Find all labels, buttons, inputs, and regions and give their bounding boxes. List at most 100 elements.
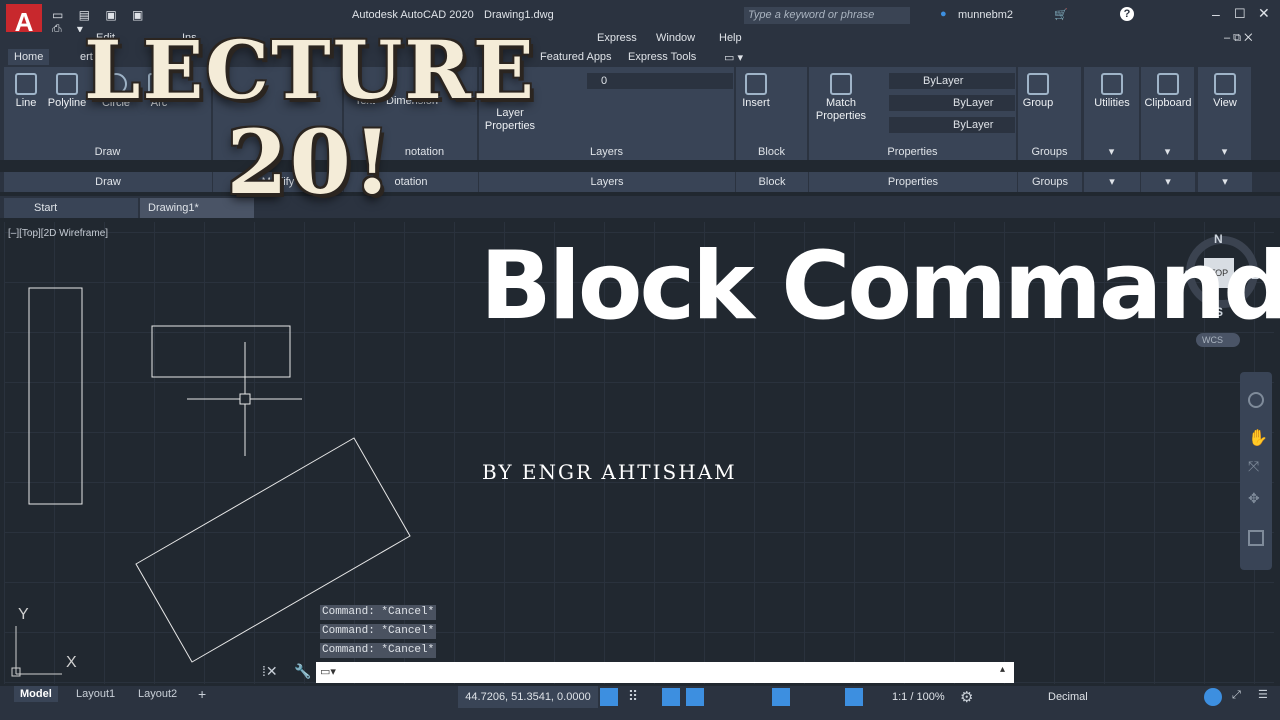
command-history-line: Command: *Cancel* — [320, 605, 436, 620]
clipboard-dropdown[interactable]: ▾ — [1141, 172, 1195, 192]
author-byline: BY ENGR AHTISHAM — [482, 460, 737, 484]
menu-item[interactable]: Help — [719, 32, 742, 44]
lecture-number: 20! — [226, 110, 394, 214]
layer-dropdown[interactable]: 0 — [587, 73, 733, 89]
ucs-y-label: Y — [18, 606, 29, 623]
clipboard-label: Clipboard — [1144, 97, 1192, 109]
username[interactable]: munnebm2 — [958, 9, 1013, 21]
ucs-icon — [11, 626, 62, 677]
cart-icon[interactable]: 🛒 — [1054, 8, 1068, 21]
lineweight-dropdown[interactable]: ByLayer — [889, 117, 1015, 133]
layout-tab-layout2[interactable]: Layout2 — [138, 686, 177, 702]
group-icon — [1027, 73, 1049, 95]
color-dropdown[interactable]: ByLayer — [889, 73, 1015, 89]
clipboard-icon — [1157, 73, 1179, 95]
insert-button[interactable]: Insert — [738, 73, 774, 110]
utilities-label: Utilities — [1094, 97, 1130, 109]
view-panel: View ▾ — [1198, 67, 1252, 160]
search-box[interactable]: Type a keyword or phrase — [744, 7, 910, 24]
match-properties-label: Match Properties — [815, 97, 867, 122]
view-button[interactable]: View — [1198, 73, 1252, 110]
tab-express-tools[interactable]: Express Tools — [628, 51, 696, 63]
user-icon[interactable]: ● — [940, 8, 947, 20]
group-label: Group — [1022, 97, 1054, 109]
groups-dropdown[interactable]: Groups — [1018, 172, 1082, 192]
group-button[interactable]: Group — [1020, 73, 1056, 110]
view-expand[interactable]: ▾ — [1198, 145, 1251, 158]
match-properties-icon — [830, 73, 852, 95]
command-history: Command: *Cancel* Command: *Cancel* Comm… — [320, 605, 436, 662]
command-input[interactable] — [316, 662, 1014, 683]
utilities-dropdown[interactable]: ▾ — [1084, 172, 1140, 192]
snap-button[interactable]: ⠿ — [624, 688, 642, 706]
clipboard-expand[interactable]: ▾ — [1141, 145, 1194, 158]
vertical-rectangle — [28, 287, 83, 505]
lecture-title: LECTURE — [84, 23, 536, 117]
command-line: ⁞✕ 🔧 ▭▾ ▴ — [262, 661, 1014, 683]
clipboard-panel: Clipboard ▾ — [1141, 67, 1195, 160]
layout-tab-model[interactable]: Model — [14, 686, 58, 702]
groups-panel-title[interactable]: Groups — [1018, 146, 1081, 158]
groups-panel: Group Groups — [1018, 67, 1082, 160]
utilities-button[interactable]: Utilities — [1086, 73, 1138, 110]
close-button[interactable]: ✕ — [1258, 5, 1270, 22]
quick-access-toolbar[interactable]: ▭ ▤ ▣ ▣ ⎙ ▾ — [52, 8, 172, 36]
app-title: Autodesk AutoCAD 2020 — [352, 9, 474, 21]
properties-panel: Match Properties ByLayer ByLayer ByLayer… — [809, 67, 1017, 160]
match-properties-button[interactable]: Match Properties — [813, 73, 869, 123]
command-close-icon[interactable]: ⁞✕ — [262, 663, 278, 680]
ucs-x-label: X — [66, 654, 77, 671]
insert-label: Insert — [742, 97, 770, 109]
utilities-expand[interactable]: ▾ — [1084, 145, 1139, 158]
annotation-visibility-button[interactable] — [845, 688, 863, 706]
pan-icon[interactable]: ✋ — [1248, 428, 1268, 447]
showmotion-icon[interactable] — [1248, 530, 1264, 546]
view-dropdown[interactable]: ▾ — [1198, 172, 1252, 192]
search-placeholder: Type a keyword or phrase — [748, 9, 875, 21]
properties-panel-title[interactable]: Properties — [809, 146, 1016, 158]
coordinates-display[interactable]: 44.7206, 51.3541, 0.0000 — [458, 686, 598, 708]
crosshair-cursor — [187, 342, 302, 456]
osnap-button[interactable] — [772, 688, 790, 706]
layout-tab-layout1[interactable]: Layout1 — [76, 686, 115, 702]
lecture-overlay: LECTURE 20! — [40, 22, 580, 210]
calculator-icon — [1101, 73, 1123, 95]
color-value: ByLayer — [923, 75, 964, 87]
navigation-bar[interactable]: ✋ ⤧ ✥ — [1240, 372, 1272, 570]
units-dropdown[interactable]: Decimal — [1048, 691, 1088, 703]
linetype-dropdown[interactable]: ByLayer — [889, 95, 1015, 111]
doc-restore-button[interactable]: – ⧉ ✕ — [1224, 32, 1252, 45]
help-icon[interactable]: ? — [1120, 7, 1134, 21]
isolate-objects-button[interactable] — [1204, 688, 1222, 706]
ortho-button[interactable] — [686, 688, 704, 706]
command-history-toggle[interactable]: ▴ — [1000, 664, 1005, 675]
steering-wheel-icon[interactable] — [1248, 392, 1264, 408]
properties-dropdown[interactable]: Properties — [809, 172, 1017, 192]
workspace-gear-icon[interactable]: ⚙ — [960, 688, 973, 706]
clipboard-button[interactable]: Clipboard — [1141, 73, 1195, 110]
minimize-button[interactable]: – — [1212, 6, 1220, 22]
orbit-icon[interactable]: ✥ — [1248, 490, 1264, 506]
block-panel-title[interactable]: Block — [736, 146, 807, 158]
zoom-icon[interactable]: ⤧ — [1248, 458, 1264, 474]
status-bar: Model Layout1 Layout2 + 44.7206, 51.3541… — [0, 686, 1280, 720]
menu-item[interactable]: Window — [656, 32, 695, 44]
utilities-panel: Utilities ▾ — [1084, 67, 1140, 160]
command-customize-icon[interactable]: 🔧 — [294, 663, 311, 680]
grid-button[interactable] — [600, 688, 618, 706]
line-tool[interactable]: Line — [10, 73, 42, 110]
block-panel: Insert Block — [736, 67, 808, 160]
command-history-line: Command: *Cancel* — [320, 624, 436, 639]
customize-menu-icon[interactable]: ☰ — [1258, 688, 1268, 701]
line-icon — [15, 73, 37, 95]
add-layout-icon[interactable]: + — [198, 686, 206, 702]
annotation-scale[interactable]: 1:1 / 100% — [892, 691, 945, 703]
tab-options-icon[interactable]: ▭ ▾ — [724, 51, 743, 64]
fullscreen-icon[interactable]: ⤢ — [1232, 689, 1241, 702]
file-name: Drawing1.dwg — [484, 9, 554, 21]
infer-button[interactable] — [662, 688, 680, 706]
block-dropdown[interactable]: Block — [736, 172, 808, 192]
menu-item[interactable]: Express — [597, 32, 637, 44]
maximize-button[interactable]: ☐ — [1234, 6, 1246, 22]
command-prompt-icon[interactable]: ▭▾ — [320, 665, 336, 678]
